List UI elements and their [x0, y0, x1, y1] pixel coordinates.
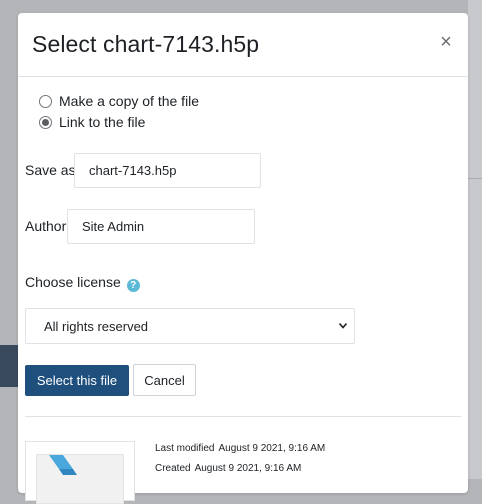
select-this-file-button[interactable]: Select this file [25, 365, 129, 396]
select-file-dialog: Select chart-7143.h5p × Make a copy of t… [18, 13, 468, 504]
background-nav-item [0, 345, 20, 387]
author-label: Author [25, 218, 67, 234]
radio-link-to-file[interactable]: Link to the file [39, 113, 145, 131]
chevron-down-icon [338, 322, 348, 329]
created-info: Created August 9 2021, 9:16 AM [155, 463, 305, 474]
h5p-file-icon [49, 455, 77, 475]
choose-license-text: Choose license [25, 274, 121, 290]
file-preview [36, 454, 124, 504]
section-divider [25, 416, 461, 417]
save-as-label: Save as [25, 162, 76, 178]
last-modified-info: Last modified August 9 2021, 9:16 AM [155, 443, 329, 454]
created-label: Created [155, 463, 191, 474]
radio-button[interactable] [39, 94, 52, 108]
close-icon[interactable]: × [438, 32, 454, 52]
radio-label-make-copy: Make a copy of the file [59, 93, 200, 109]
radio-make-copy[interactable]: Make a copy of the file [39, 92, 199, 110]
last-modified-value: August 9 2021, 9:16 AM [218, 443, 326, 454]
question-circle-icon[interactable]: ? [126, 279, 140, 292]
file-thumbnail [25, 441, 135, 504]
cancel-button[interactable]: Cancel [133, 364, 196, 396]
license-selected-value: All rights reserved [44, 318, 149, 334]
dialog-title: Select chart-7143.h5p [32, 31, 260, 57]
choose-license-label: Choose license? [25, 274, 140, 292]
radio-button-checked[interactable] [39, 115, 52, 129]
background-panel [468, 0, 482, 479]
save-as-input[interactable]: chart-7143.h5p [74, 153, 261, 188]
last-modified-label: Last modified [155, 443, 215, 454]
radio-label-link: Link to the file [59, 114, 146, 130]
background-divider [468, 178, 482, 179]
dialog-header: Select chart-7143.h5p × [18, 13, 468, 77]
created-value: August 9 2021, 9:16 AM [194, 463, 302, 474]
author-input[interactable]: Site Admin [67, 209, 255, 244]
license-select[interactable]: All rights reserved [25, 308, 355, 344]
